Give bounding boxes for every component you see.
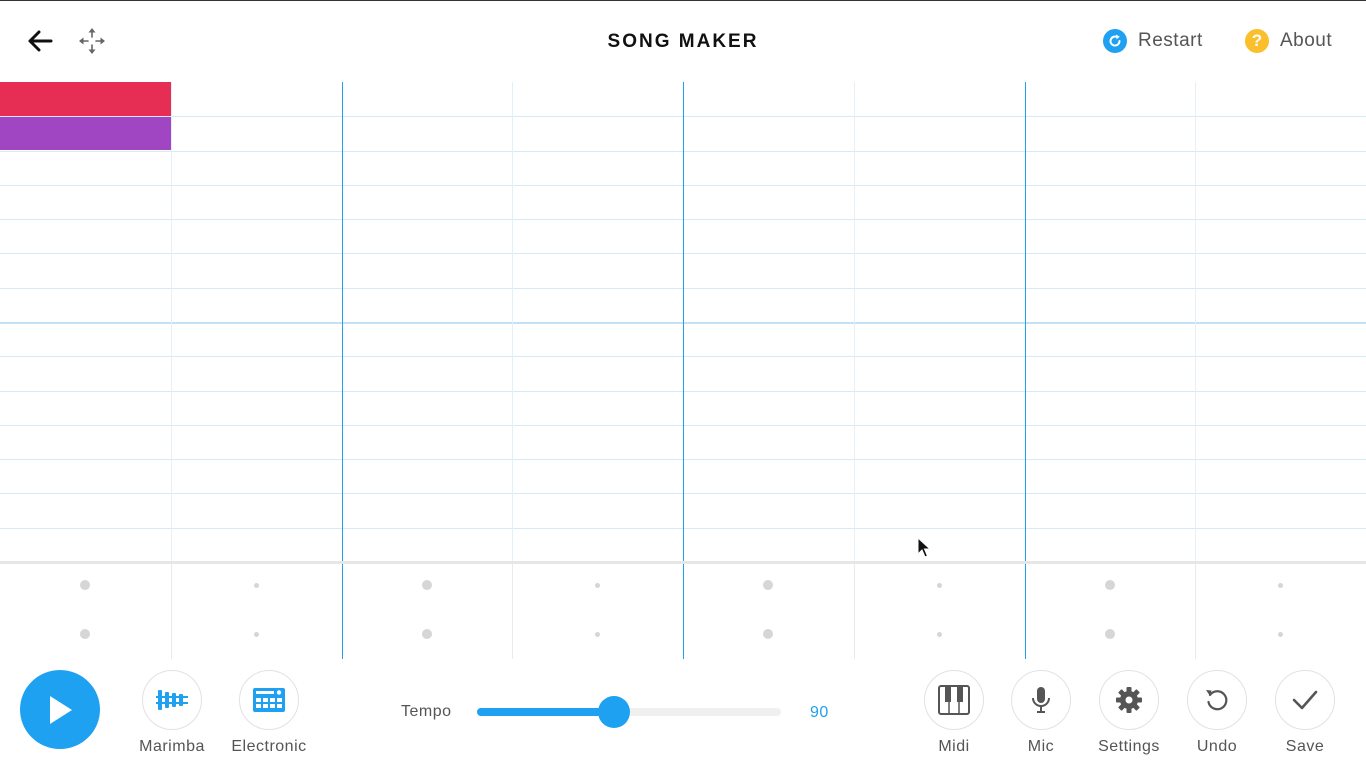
mic-button[interactable]: Mic [999,670,1083,756]
percussion-beat-line [1024,564,1026,659]
restart-label: Restart [1138,30,1203,51]
percussion-cell[interactable] [1104,580,1115,590]
grid-beat-line [1024,82,1026,562]
percussion-beat-line [512,564,514,659]
marimba-icon [156,690,188,710]
save-label: Save [1285,738,1325,755]
marimba-label: Marimba [139,738,205,755]
electronic-label: Electronic [231,738,307,755]
percussion-cell[interactable] [595,631,601,637]
mouse-cursor-icon [917,537,931,558]
percussion-cell[interactable] [80,580,91,590]
percussion-cell[interactable] [936,631,942,637]
help-icon: ? [1245,29,1269,53]
grid-beat-line [341,82,343,562]
marimba-ring [142,670,202,730]
tempo-value: 90 [810,704,829,721]
mic-ring [1011,670,1071,730]
restart-icon [1103,29,1127,53]
percussion-grid[interactable] [0,564,1366,659]
percussion-cell[interactable] [763,629,774,639]
percussion-cell[interactable] [421,580,432,590]
restart-button[interactable]: Restart [1103,27,1203,55]
gear-icon [1116,687,1142,713]
percussion-beat-line [170,564,172,659]
about-button[interactable]: ? About [1245,27,1332,55]
percussion-cell[interactable] [253,582,259,588]
mic-label: Mic [1027,738,1055,755]
microphone-icon [1032,687,1050,713]
percussion-beat-line [1195,564,1197,659]
percussion-cell[interactable] [253,631,259,637]
percussion-cell[interactable] [1278,582,1284,588]
electronic-button[interactable]: Electronic [227,670,311,756]
grid-beat-line [512,82,514,562]
header: SONG MAKER Restart ? About [0,1,1366,82]
play-icon [50,695,72,724]
note-cell-red[interactable] [0,82,171,116]
percussion-beat-line [683,564,684,659]
undo-button[interactable]: Undo [1175,670,1259,756]
grid-beat-line [170,82,172,562]
drum-machine-icon [253,688,285,712]
percussion-cell[interactable] [595,582,601,588]
percussion-cell[interactable] [421,629,432,639]
percussion-cell[interactable] [1104,629,1115,639]
midi-ring [924,670,984,730]
percussion-beat-line [341,564,343,659]
percussion-beat-line [853,564,855,659]
undo-icon [1206,690,1228,711]
play-button[interactable] [20,670,100,749]
settings-ring [1099,670,1159,730]
settings-button[interactable]: Settings [1087,670,1171,756]
percussion-cell[interactable] [80,629,91,639]
electronic-ring [239,670,299,730]
undo-label: Undo [1196,738,1238,755]
tempo-slider[interactable] [477,696,781,728]
midi-label: Midi [938,738,970,755]
percussion-cell[interactable] [1278,631,1284,637]
note-cell-purple[interactable] [0,116,171,150]
percussion-cell[interactable] [763,580,774,590]
save-button[interactable]: Save [1263,670,1347,756]
percussion-cell[interactable] [936,582,942,588]
tempo-handle[interactable] [597,696,630,728]
tempo-label: Tempo [401,703,452,720]
midi-button[interactable]: Midi [912,670,996,756]
melody-grid[interactable] [0,82,1366,562]
tempo-fill [477,708,614,716]
bottom-toolbar: Marimba Electronic Tempo 90 Midi Mic Set… [0,659,1366,768]
about-label: About [1280,30,1333,51]
save-ring [1275,670,1335,730]
marimba-button[interactable]: Marimba [130,670,214,756]
settings-label: Settings [1098,738,1160,755]
grid-beat-line [853,82,855,562]
grid-beat-line [1195,82,1197,562]
piano-keys-icon [938,685,970,715]
undo-ring [1187,670,1247,730]
checkmark-icon [1292,690,1318,710]
grid-beat-line [683,82,684,562]
